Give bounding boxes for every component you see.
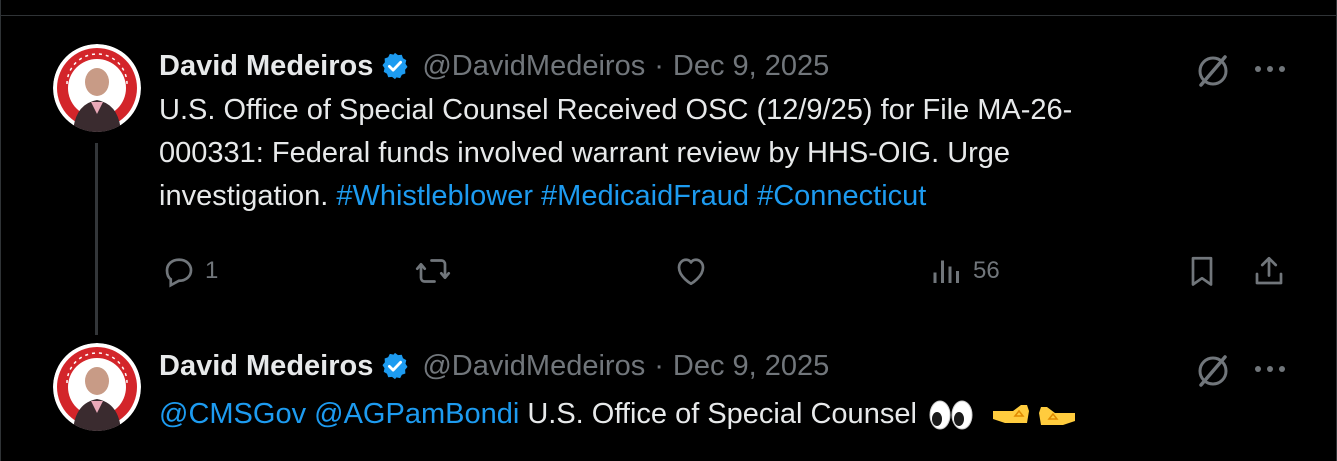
separator-dot: · [654, 49, 664, 82]
bookmark-icon [1191, 256, 1213, 286]
post-actions-bar: 1 56 [1, 253, 1337, 293]
handle[interactable]: @DavidMedeiros [422, 50, 645, 83]
post-text-line: investigation. #Whistleblower #MedicaidF… [159, 175, 1239, 218]
mention-link[interactable]: @CMSGov [159, 398, 306, 430]
verified-badge-icon[interactable] [380, 351, 410, 381]
mention-link[interactable]: @AGPamBondi [314, 398, 519, 430]
reply-count: 1 [205, 257, 219, 284]
like-icon [677, 258, 705, 286]
post-date[interactable]: Dec 9, 2025 [673, 350, 829, 383]
post-text: @CMSGov @AGPamBondi U.S. Office of Speci… [159, 393, 1239, 436]
repost-icon [415, 259, 451, 283]
post-date[interactable]: Dec 9, 2025 [673, 50, 829, 83]
hands-emoji [991, 402, 1077, 428]
bookmark-button[interactable] [1184, 253, 1220, 289]
hashtag-link[interactable]: #Whistleblower [336, 180, 533, 212]
post-header: David Medeiros @DavidMedeiros · Dec 9, 2… [159, 49, 829, 83]
timeline-frame: David Medeiros @DavidMedeiros · Dec 9, 2… [0, 0, 1337, 461]
view-count: 56 [973, 257, 1000, 284]
post-text-segment: U.S. Office of Special Counsel [527, 398, 917, 430]
display-name[interactable]: David Medeiros [159, 350, 373, 383]
avatar[interactable] [53, 343, 141, 431]
views-icon [933, 260, 959, 283]
more-icon[interactable] [1253, 61, 1287, 79]
more-icon[interactable] [1253, 361, 1287, 379]
display-name[interactable]: David Medeiros [159, 50, 373, 83]
handle[interactable]: @DavidMedeiros [422, 350, 645, 383]
views-button[interactable]: 56 [929, 253, 1000, 289]
post-text-segment: investigation. [159, 180, 329, 212]
top-divider [1, 15, 1337, 16]
post-text-line: U.S. Office of Special Counsel Received … [159, 94, 1073, 126]
post-text: U.S. Office of Special Counsel Received … [159, 89, 1239, 218]
like-button[interactable] [673, 253, 709, 289]
repost-button[interactable] [413, 253, 453, 289]
avatar[interactable] [53, 44, 141, 132]
hashtag-link[interactable]: #Connecticut [757, 180, 926, 212]
hashtag-link[interactable]: #MedicaidFraud [541, 180, 749, 212]
reply-button[interactable]: 1 [161, 253, 218, 289]
reply-icon [165, 258, 193, 288]
post-text-line: 000331: Federal funds involved warrant r… [159, 137, 1011, 169]
share-icon [1255, 256, 1283, 285]
eyes-emoji [929, 400, 973, 430]
share-button[interactable] [1251, 253, 1287, 289]
post-header: David Medeiros @DavidMedeiros · Dec 9, 2… [159, 349, 829, 383]
separator-dot: · [654, 349, 664, 382]
thread-connector-line [95, 143, 98, 335]
verified-badge-icon[interactable] [380, 51, 410, 81]
grok-icon[interactable] [1193, 351, 1233, 396]
